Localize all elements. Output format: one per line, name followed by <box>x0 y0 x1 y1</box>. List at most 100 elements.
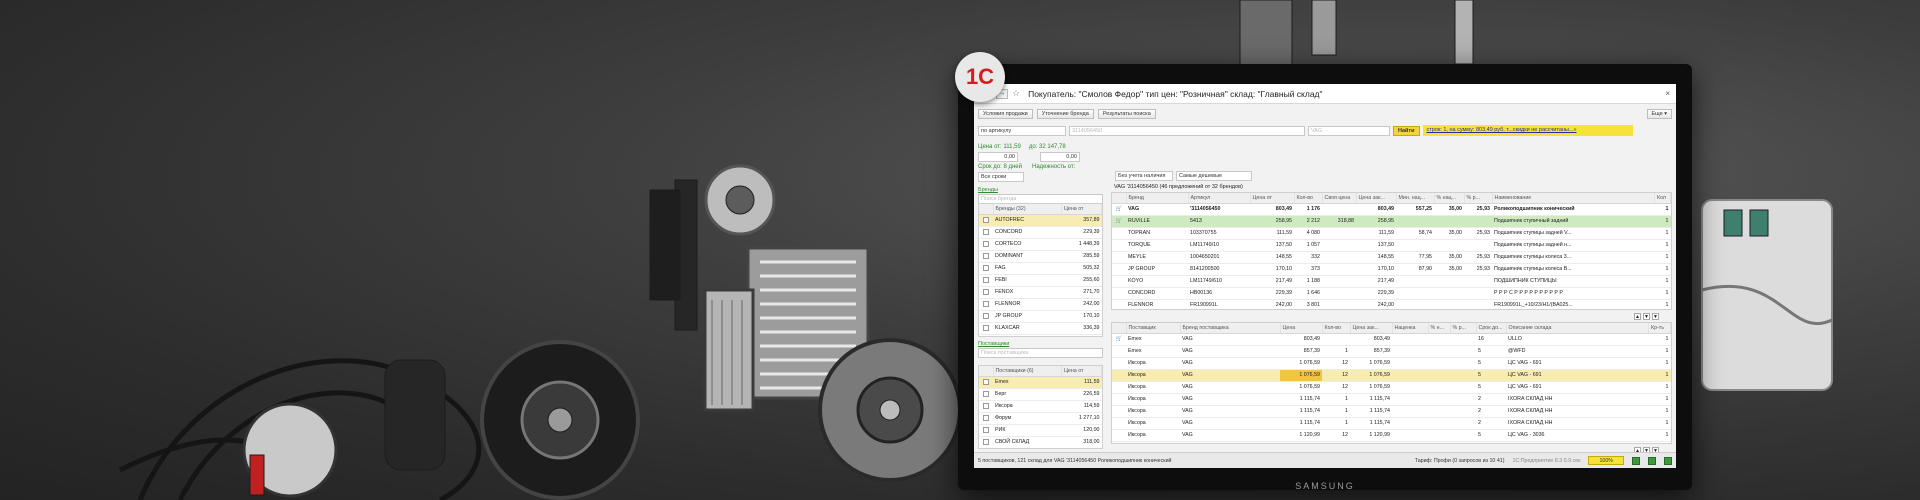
checkbox-icon[interactable] <box>983 240 989 247</box>
col-price-header[interactable]: Цена от <box>1061 204 1102 215</box>
column-header[interactable]: % р... <box>1450 323 1477 334</box>
checkbox-icon[interactable] <box>983 312 989 319</box>
row-cart-icon[interactable] <box>1112 227 1126 240</box>
column-header[interactable]: Кол <box>1654 193 1671 204</box>
row-checkbox[interactable] <box>979 286 993 299</box>
row-cart-icon[interactable] <box>1112 251 1126 264</box>
brand-filter-row[interactable]: FENOX 271,70 <box>979 286 1102 299</box>
all-terms-select[interactable]: Все сроки <box>978 172 1024 182</box>
column-header[interactable]: Цена от <box>1250 193 1295 204</box>
table-row[interactable]: FLENNOR FR190991L 242,00 3 801 242,00 FR19099… <box>1112 299 1671 309</box>
supplier-filter-row[interactable]: СВОЙ СКЛАД 318,00 <box>979 436 1102 448</box>
sale-conditions-button[interactable]: Условия продажи <box>978 109 1033 119</box>
price-from-input[interactable]: 0,00 <box>978 152 1018 162</box>
checkbox-icon[interactable] <box>983 264 989 271</box>
cheapest-select[interactable]: Самые дешевые <box>1176 171 1252 181</box>
checkbox-icon[interactable] <box>983 288 989 295</box>
table-row[interactable]: Иксора VAG 1 115,74 1 1 115,74 2 IXORA СКЛАД Н… <box>1112 405 1671 418</box>
status-action-3-icon[interactable] <box>1664 456 1672 465</box>
table-row[interactable]: Иксора VAG 1 076,59 12 1 076,59 5 ЦС VAG - 691… <box>1112 357 1671 370</box>
row-cart-icon[interactable] <box>1112 369 1126 382</box>
brand-filter-row[interactable]: FLENNOR 242,00 <box>979 298 1102 311</box>
brand-filter-row[interactable]: CONCORD 229,39 <box>979 226 1102 239</box>
close-icon[interactable]: × <box>1665 89 1670 98</box>
column-header[interactable]: Артикул <box>1188 193 1251 204</box>
col-supplier-header[interactable]: Поставщики (6) <box>993 366 1062 377</box>
column-header[interactable]: Наценка <box>1392 323 1429 334</box>
row-cart-icon[interactable]: 🛒 <box>1112 215 1126 228</box>
brand-filter-row[interactable]: FAG 505,32 <box>979 262 1102 275</box>
column-header[interactable]: % нац... <box>1434 193 1465 204</box>
scroll-up-icon[interactable]: ▲ <box>1634 313 1641 320</box>
checkbox-icon[interactable] <box>983 228 989 235</box>
table-row[interactable]: 🛒 Emex VAG 803,49 803,49 16 ULLO 1 <box>1112 333 1671 346</box>
status-action-2-icon[interactable] <box>1648 456 1656 465</box>
column-header[interactable]: Бренд поставщика <box>1180 323 1281 334</box>
column-header[interactable]: Цена зак... <box>1356 193 1397 204</box>
checkbox-icon[interactable] <box>983 402 989 409</box>
brand-filter-row[interactable]: FEBI 255,60 <box>979 274 1102 287</box>
table-row[interactable]: 🛒 RUVILLE 5413 258,95 2 212 318,88 258,95 Подши… <box>1112 215 1671 228</box>
table-row[interactable]: Иксора VAG 1 076,59 12 1 076,59 5 ЦС VAG - 691… <box>1112 381 1671 394</box>
column-header[interactable]: Бренд <box>1126 193 1189 204</box>
column-header[interactable]: Цена зак... <box>1350 323 1393 334</box>
table-row[interactable]: TORQUE LM11749/10 137,50 1 057 137,50 Подшипн… <box>1112 239 1671 252</box>
scroll-end-icon[interactable]: ▼ <box>1652 313 1659 320</box>
refine-brand-button[interactable]: Уточнение бренда <box>1036 109 1094 119</box>
row-cart-icon[interactable] <box>1112 345 1126 358</box>
checkbox-icon[interactable] <box>983 414 989 421</box>
checkbox-icon[interactable] <box>983 438 989 445</box>
checkbox-icon[interactable] <box>983 300 989 307</box>
row-cart-icon[interactable]: 🛒 <box>1112 333 1126 346</box>
row-checkbox[interactable] <box>979 424 993 437</box>
column-header[interactable]: Срок до... <box>1476 323 1507 334</box>
table-row[interactable]: Иксора VAG 1 115,74 1 1 115,74 2 IXORA СКЛАД Н… <box>1112 393 1671 406</box>
table-row[interactable]: MEYLE 1004650201 148,55 332 148,55 77,95 35,00… <box>1112 251 1671 264</box>
col-supplier-price-header[interactable]: Цена от <box>1061 366 1102 377</box>
brand-filter-row[interactable]: CORTECO 1 448,39 <box>979 238 1102 251</box>
price-to-input[interactable]: 0,00 <box>1040 152 1080 162</box>
column-header[interactable]: Своя цена <box>1322 193 1357 204</box>
row-checkbox[interactable] <box>979 250 993 263</box>
table-row[interactable]: JP GROUP 8141200500 170,10 373 170,10 87,90 35… <box>1112 263 1671 276</box>
row-cart-icon[interactable] <box>1112 381 1126 394</box>
suppliers-section-toggle[interactable]: Поставщики <box>978 341 1107 347</box>
row-checkbox[interactable] <box>979 376 993 389</box>
brand-filter-row[interactable]: DOMINANT 285,59 <box>979 250 1102 263</box>
column-header[interactable]: % р... <box>1464 193 1493 204</box>
row-cart-icon[interactable] <box>1112 357 1126 370</box>
column-header[interactable]: Описание склада <box>1506 323 1649 334</box>
search-results-button[interactable]: Результаты поиска <box>1097 109 1156 119</box>
row-cart-icon[interactable] <box>1112 287 1126 300</box>
row-checkbox[interactable] <box>979 238 993 251</box>
supplier-filter-row[interactable]: РИК 120,00 <box>979 424 1102 437</box>
row-checkbox[interactable] <box>979 436 993 448</box>
column-header[interactable]: Поставщик <box>1126 323 1181 334</box>
supplier-filter-row[interactable]: Берг 226,59 <box>979 388 1102 401</box>
row-cart-icon[interactable] <box>1112 263 1126 276</box>
row-cart-icon[interactable] <box>1112 429 1126 442</box>
row-checkbox[interactable] <box>979 262 993 275</box>
article-input[interactable]: 3114056450 <box>1069 125 1305 136</box>
table-row[interactable]: 🛒 VAG '3114056450 803,49 1 176 803,49 557,25 35… <box>1112 203 1671 216</box>
find-button[interactable]: Найти <box>1393 125 1420 136</box>
row-cart-icon[interactable] <box>1112 299 1126 309</box>
table-row[interactable]: Иксора VAG 1 115,74 1 1 115,74 2 IXORA СКЛАД Н… <box>1112 417 1671 430</box>
zoom-level[interactable]: 100% <box>1588 456 1624 465</box>
without-availability-select[interactable]: Без учета наличия <box>1115 171 1173 181</box>
table-row[interactable]: TOPRAN 103370755 111,59 4 080 111,59 58,74 35,… <box>1112 227 1671 240</box>
column-header[interactable]: Наименование <box>1492 193 1655 204</box>
supplier-filter-row[interactable]: Emex 111,59 <box>979 376 1102 389</box>
checkbox-icon[interactable] <box>983 378 989 385</box>
col-brand-header[interactable]: Бренды (32) <box>993 204 1062 215</box>
column-header[interactable]: Кр-ть <box>1648 323 1671 334</box>
row-cart-icon[interactable] <box>1112 405 1126 418</box>
scroll-down-icon[interactable]: ▼ <box>1643 313 1650 320</box>
table-row[interactable]: Иксора VAG 1 120,99 12 1 120,99 5 ЦС VAG - 303… <box>1112 429 1671 442</box>
row-checkbox[interactable] <box>979 226 993 239</box>
checkbox-icon[interactable] <box>983 390 989 397</box>
checkbox-icon[interactable] <box>983 324 989 331</box>
row-checkbox[interactable] <box>979 310 993 323</box>
row-checkbox[interactable] <box>979 400 993 413</box>
brands-section-toggle[interactable]: Бренды <box>978 187 1107 193</box>
